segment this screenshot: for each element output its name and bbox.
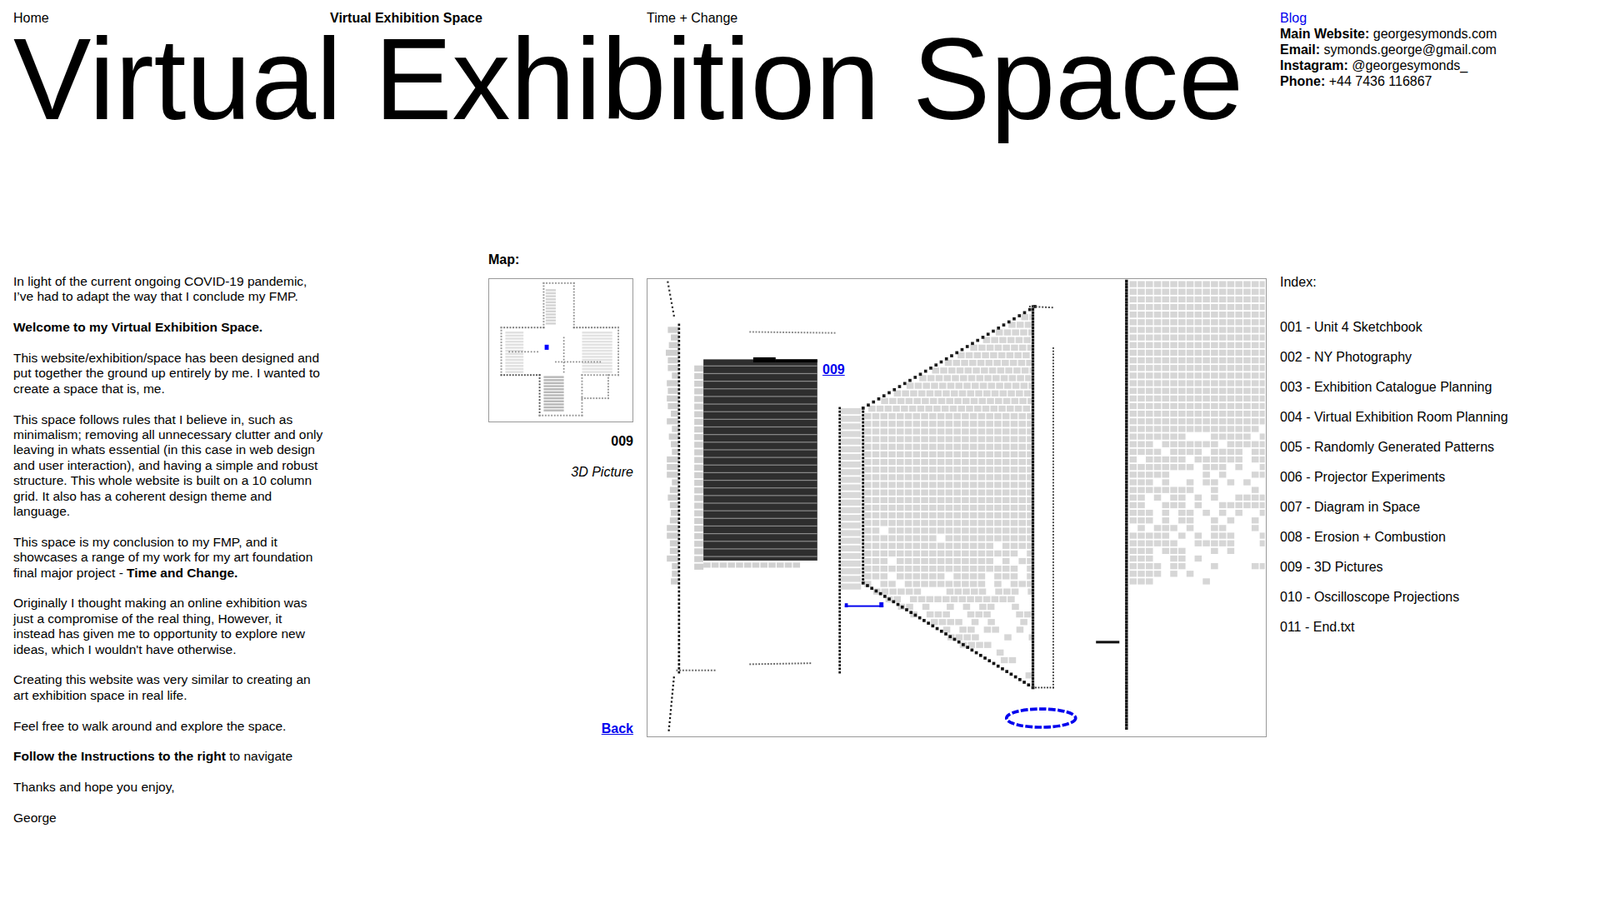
main-area: In light of the current ongoing COVID-19…: [13, 251, 1597, 738]
contact-value[interactable]: georgesymonds.com: [1373, 26, 1498, 41]
intro-run: Welcome to my Virtual Exhibition Space.: [13, 320, 263, 335]
contact-row: Phone: +44 7436 116867: [1280, 73, 1597, 90]
header: HomeVirtual Exhibition SpaceTime + Chang…: [13, 0, 1597, 138]
intro-text: In light of the current ongoing COVID-19…: [13, 251, 324, 738]
intro-run: to navigate: [225, 749, 293, 764]
intro-paragraph: Thanks and hope you enjoy,: [13, 780, 324, 795]
exhibition-view[interactable]: 009: [646, 278, 1267, 738]
intro-run: Thanks and hope you enjoy,: [13, 780, 175, 795]
intro-run: In light of the current ongoing COVID-19…: [13, 274, 307, 304]
index-item[interactable]: 005 - Randomly Generated Patterns: [1280, 432, 1597, 463]
intro-paragraph: Creating this website was very similar t…: [13, 672, 324, 704]
room-view: [647, 279, 1266, 737]
intro-paragraph: In light of the current ongoing COVID-19…: [13, 274, 324, 305]
intro-paragraph: This website/exhibition/space has been d…: [13, 350, 324, 397]
map-label: Map:: [488, 251, 647, 279]
contact-label: Phone:: [1280, 74, 1325, 89]
intro-run: Time and Change.: [126, 565, 238, 580]
minimap-column: 009 3D Picture Back: [488, 278, 647, 738]
index-item[interactable]: 009 - 3D Pictures: [1280, 552, 1597, 583]
index-item[interactable]: 003 - Exhibition Catalogue Planning: [1280, 372, 1597, 403]
contact-row: Email: symonds.george@gmail.com: [1280, 41, 1597, 58]
blog-link[interactable]: Blog: [1280, 10, 1597, 26]
contact-label: Email:: [1280, 42, 1320, 57]
intro-run: This space follows rules that I believe …: [13, 412, 323, 519]
intro-run: Follow the Instructions to the right: [13, 749, 226, 764]
back-link[interactable]: Back: [488, 720, 634, 738]
intro-paragraph: Follow the Instructions to the right to …: [13, 749, 324, 765]
minimap[interactable]: [488, 278, 634, 423]
intro-paragraph: This space follows rules that I believe …: [13, 412, 324, 520]
intro-paragraph: George: [13, 810, 324, 826]
intro-paragraph: Originally I thought making an online ex…: [13, 595, 324, 658]
intro-run: Creating this website was very similar t…: [13, 672, 311, 702]
index-item[interactable]: 004 - Virtual Exhibition Room Planning: [1280, 402, 1597, 433]
index-item[interactable]: 011 - End.txt: [1280, 612, 1597, 643]
intro-paragraph: This space is my conclusion to my FMP, a…: [13, 535, 324, 581]
current-number: 009: [488, 433, 634, 450]
contact-row: Instagram: @georgesymonds_: [1280, 57, 1597, 74]
page-title: Virtual Exhibition Space: [13, 20, 1439, 138]
exhibit-link[interactable]: 009: [821, 361, 846, 378]
position-marker: [545, 345, 550, 350]
index-item[interactable]: 001 - Unit 4 Sketchbook: [1280, 312, 1597, 343]
contact-label: Instagram:: [1280, 58, 1349, 73]
contact-info: BlogMain Website: georgesymonds.comEmail…: [1280, 0, 1597, 138]
intro-run: This website/exhibition/space has been d…: [13, 350, 320, 396]
intro-run: Feel free to walk around and explore the…: [13, 719, 286, 734]
index-item[interactable]: 006 - Projector Experiments: [1280, 462, 1597, 493]
page: HomeVirtual Exhibition SpaceTime + Chang…: [0, 0, 1600, 738]
intro-run: George: [13, 810, 57, 825]
index-item[interactable]: 007 - Diagram in Space: [1280, 492, 1597, 523]
contact-value[interactable]: @georgesymonds_: [1351, 58, 1468, 73]
intro-paragraph: Welcome to my Virtual Exhibition Space.: [13, 320, 324, 335]
index-item[interactable]: 010 - Oscilloscope Projections: [1280, 582, 1597, 613]
intro-paragraph: Feel free to walk around and explore the…: [13, 719, 324, 735]
index-item[interactable]: 002 - NY Photography: [1280, 342, 1597, 373]
contact-label: Main Website:: [1280, 26, 1370, 41]
contact-value[interactable]: +44 7436 116867: [1329, 74, 1433, 89]
index-label: Index:: [1280, 267, 1597, 298]
contact-value[interactable]: symonds.george@gmail.com: [1323, 42, 1496, 57]
current-title: 3D Picture: [488, 464, 634, 480]
index-list: Index: 001 - Unit 4 Sketchbook002 - NY Ph…: [1280, 251, 1597, 738]
intro-run: Originally I thought making an online ex…: [13, 595, 307, 656]
index-item[interactable]: 008 - Erosion + Combustion: [1280, 522, 1597, 553]
contact-row: Main Website: georgesymonds.com: [1280, 25, 1597, 42]
floor-plan: [489, 279, 633, 422]
